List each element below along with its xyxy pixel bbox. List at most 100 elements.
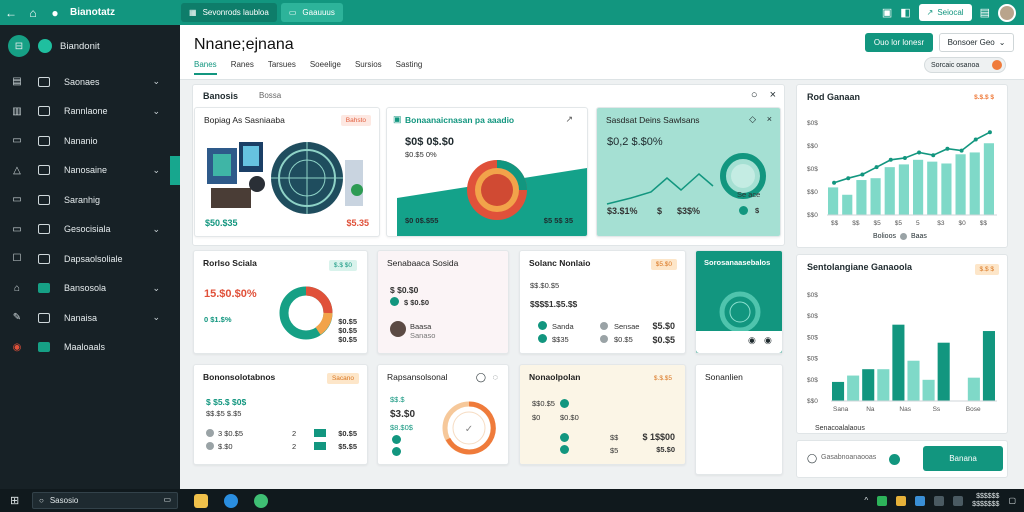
bell-icon[interactable]: ◧ — [900, 6, 910, 19]
tray-app-icon[interactable] — [877, 495, 888, 506]
more-icon[interactable]: ◌ — [493, 372, 498, 382]
action-button[interactable]: Banana — [923, 446, 1003, 471]
chevron-up-icon[interactable]: ^ — [864, 496, 868, 505]
bar — [842, 194, 853, 215]
taskbar-search[interactable]: ○ Sasosio ▭ — [32, 492, 178, 509]
sidebar-item-9[interactable]: ◉ Maaloaals — [0, 333, 180, 363]
y-tick-label: $0$ — [807, 120, 818, 127]
status-badge: $.$.$5 — [653, 375, 672, 382]
notification-icon[interactable]: ▢ — [1008, 496, 1016, 505]
task-view-icon[interactable]: ▭ — [163, 495, 171, 504]
person-name: Baasa — [410, 322, 432, 331]
sidebar-nav-icon: ☐ — [12, 253, 22, 265]
volume-icon[interactable] — [953, 495, 964, 506]
bottom-bar-chart: $0$ $0$ $0$ $0$ $0$ $$0 Sana Na Nas Ss Bose — [807, 292, 997, 413]
kpi-card-6[interactable]: Rapsansolsonal ◯ ◌ $$.$ $3.$0 $8.$0$ ✓ — [377, 364, 509, 465]
chevron-down-icon: ⌄ — [998, 38, 1006, 47]
sidebar-nav-icon: ◉ — [12, 341, 22, 353]
card-title: Sorosanaasebalos — [704, 258, 771, 267]
page-header: Nnane;ejnana Banes Ranes Tarsues Soeelig… — [180, 25, 1024, 80]
kpi-card-3[interactable]: Solanc Nonlaio $5.$0 $$.$0.$5 $$$$1.$5.$… — [519, 250, 686, 354]
clipboard-icon[interactable]: ▣ — [882, 6, 892, 19]
sidebar-item-7[interactable]: ⌂ Bansosola ⌄ — [0, 274, 180, 304]
bar — [856, 180, 867, 215]
tray-app-icon[interactable] — [915, 495, 926, 506]
sidebar-item-2[interactable]: ▭ Nananio — [0, 126, 180, 156]
kpi-card-8[interactable]: Sonanlien — [695, 364, 783, 475]
y-tick-label: $$0 — [807, 143, 818, 150]
edge-browser-icon[interactable] — [224, 493, 238, 508]
settings-icon[interactable]: ▤ — [980, 6, 990, 19]
windows-start-icon[interactable]: ⊞ — [10, 494, 19, 507]
back-arrow-icon[interactable]: ← — [0, 6, 22, 20]
sidebar-item-label: Gesocisiala — [64, 224, 111, 235]
outline-button[interactable]: Bonsoer Geo ⌄ — [939, 33, 1014, 52]
x-tick-label: $5 — [874, 220, 882, 227]
close-icon[interactable]: × — [767, 114, 772, 124]
file-explorer-icon[interactable] — [194, 493, 208, 508]
sidebar-item-4[interactable]: ▭ Saranhig — [0, 185, 180, 215]
gauge-chart: ✓ — [442, 401, 496, 455]
home-icon[interactable]: ⌂ — [22, 6, 44, 20]
kpi-card-4[interactable]: Sorosanaasebalos ◉ ◉ — [695, 250, 783, 354]
sidebar-item-1[interactable]: ▥ Rannlaone ⌄ — [0, 97, 180, 127]
search-icon[interactable]: ○ — [751, 89, 758, 101]
line-point — [888, 157, 893, 162]
card-title: Rapsansolsonal — [387, 372, 448, 382]
card-title: Bopiag As Sasniaaba — [204, 115, 285, 125]
sidebar-item-6[interactable]: ☐ Dapsaolsoliale — [0, 244, 180, 274]
kpi5-row2-c: $5.$5 — [338, 442, 357, 451]
second-tab[interactable]: ▭ Gaauuus — [280, 3, 343, 22]
bar — [828, 187, 839, 215]
chrome-browser-icon[interactable] — [254, 493, 268, 508]
kpi-card-5[interactable]: Bononsolotabnos Sacano $ $5.$ $0$ $$.$5 … — [193, 364, 368, 465]
bar — [969, 152, 980, 215]
sidebar-item-3[interactable]: △ Nanosaine ⌄ — [0, 155, 180, 186]
kpi-card-2[interactable]: Senabaaca Sosida $ $0.$0 $ $0.$0 Baasa S… — [377, 250, 509, 354]
network-icon[interactable] — [934, 495, 945, 506]
next-icon[interactable]: ◉ — [764, 335, 772, 346]
tab-0[interactable]: Banes — [194, 60, 217, 75]
bar — [907, 360, 920, 401]
kpi3-row1-b: Sensae — [614, 322, 640, 331]
tab-5[interactable]: Sasting — [396, 60, 423, 75]
card3-right-value: $3$% — [677, 206, 701, 216]
search-placeholder[interactable]: Gasabnoanaooas — [821, 454, 876, 461]
close-icon[interactable]: × — [770, 89, 776, 101]
kpi3-row2-c: $0.$5 — [652, 335, 675, 345]
kpi1-sub: 0 $1.$% — [204, 315, 232, 324]
y-tick-label: $0$ — [807, 292, 818, 299]
expand-icon[interactable]: ↗ — [565, 114, 573, 125]
tab-2[interactable]: Tarsues — [268, 60, 296, 75]
tray-app-icon[interactable] — [896, 495, 907, 506]
tab-4[interactable]: Sursios — [355, 60, 382, 75]
sidebar-item-label: Nananio — [64, 135, 98, 146]
prev-icon[interactable]: ◉ — [748, 335, 756, 346]
filter-chip[interactable]: Sorcaic osanoa — [924, 57, 1006, 73]
kpi-card-7[interactable]: Nonaolpolan $.$.$5 $$0.$5 $0 $0.$0 $$ $ … — [519, 364, 686, 465]
x-tick-label: $0 — [959, 220, 967, 227]
clock[interactable]: $$$$$$ $$$$$$$ — [972, 493, 999, 509]
row-dot — [560, 399, 569, 408]
notification-pill[interactable]: ↗ Seiocal — [918, 4, 972, 21]
kpi1-r3: $0.$5 — [338, 335, 357, 344]
status-badge: $.$ $0 — [328, 260, 357, 271]
sidebar-item-5[interactable]: ▭ Gesocisiala ⌄ — [0, 215, 180, 245]
kpi5-value: $ $5.$ $0$ — [206, 397, 247, 407]
overview-card-1[interactable]: Bopiag As Sasniaaba Bahsto $50.$35 $5.35 — [194, 107, 380, 237]
overview-card-2[interactable]: Bonaanaicnasan pa aaadio ▣ ↗ $0$ 0$.$0 $… — [386, 107, 588, 237]
kpi-card-1[interactable]: Rorlso Sciala $.$ $0 15.$0.$0% 0 $1.$% $… — [193, 250, 368, 354]
card-title: Senabaaca Sosida — [387, 258, 459, 268]
card-title: Rorlso Sciala — [203, 258, 257, 268]
primary-button[interactable]: Ouo lor lonesr — [865, 33, 933, 52]
avatar[interactable] — [998, 3, 1016, 22]
search-icon[interactable]: ◯ — [476, 372, 486, 383]
search-tab[interactable]: ▦ Sevonrods laubloa — [181, 3, 277, 22]
tab-1[interactable]: Ranes — [231, 60, 254, 75]
overview-card-3[interactable]: Sasdsat Deins Sawlsans ◇ × $0,2 $.$0% Se… — [596, 107, 781, 237]
avatar — [390, 321, 406, 337]
tab-3[interactable]: Soeelige — [310, 60, 341, 75]
sidebar-item-8[interactable]: ✎ Nanaisa ⌄ — [0, 303, 180, 333]
card2-left-value: $0 0$.$55 — [405, 216, 439, 225]
sidebar-item-0[interactable]: ▤ Saonaes ⌄ — [0, 67, 180, 97]
